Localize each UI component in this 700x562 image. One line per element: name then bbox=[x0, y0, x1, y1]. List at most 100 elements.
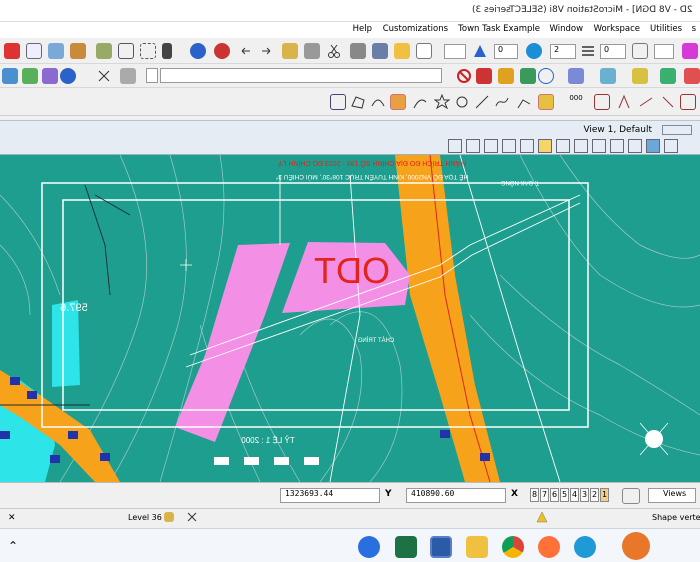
undo-icon[interactable] bbox=[238, 43, 254, 59]
pointer-icon[interactable] bbox=[162, 43, 172, 59]
view-button-5[interactable]: 5 bbox=[560, 488, 569, 502]
fence-mode-icon[interactable] bbox=[140, 43, 156, 59]
menu-s[interactable]: s bbox=[692, 24, 696, 34]
x-icon[interactable] bbox=[186, 511, 198, 523]
y-field[interactable]: 1323693.44 bbox=[280, 488, 380, 503]
render-mode-icon[interactable] bbox=[646, 139, 660, 153]
raster-icon[interactable] bbox=[498, 68, 514, 84]
display-icon[interactable] bbox=[600, 68, 616, 84]
copy-icon[interactable] bbox=[304, 43, 320, 59]
arc-icon[interactable] bbox=[370, 94, 386, 110]
redo-icon[interactable] bbox=[258, 43, 274, 59]
edge-icon[interactable] bbox=[574, 536, 596, 558]
curve-icon[interactable] bbox=[412, 94, 428, 110]
drawing-canvas[interactable]: MẢNH TRÍCH ĐO ĐỊA CHÍNH SỐ 139 - 2023 ĐO… bbox=[0, 155, 700, 482]
smartline-icon[interactable] bbox=[538, 94, 554, 110]
lock-status-icon[interactable] bbox=[164, 512, 174, 522]
excel-icon[interactable] bbox=[395, 536, 417, 558]
cell-icon[interactable] bbox=[660, 94, 676, 110]
star-icon[interactable] bbox=[433, 93, 451, 110]
window-area-icon[interactable] bbox=[484, 139, 498, 153]
open-icon[interactable] bbox=[394, 43, 410, 59]
models-icon[interactable] bbox=[520, 68, 536, 84]
new-icon[interactable] bbox=[416, 43, 432, 59]
view-display-icon[interactable] bbox=[466, 139, 480, 153]
window-controls[interactable] bbox=[662, 125, 692, 135]
save-icon[interactable] bbox=[372, 43, 388, 59]
lock-icon[interactable] bbox=[282, 43, 298, 59]
line-string-icon[interactable] bbox=[516, 94, 532, 110]
style-combo[interactable]: 0 bbox=[600, 44, 626, 59]
accudraw-icon[interactable] bbox=[22, 68, 38, 84]
measure-icon[interactable] bbox=[48, 43, 64, 59]
menu-help[interactable]: Help bbox=[353, 24, 372, 34]
view-button-8[interactable]: 8 bbox=[530, 488, 539, 502]
zoom-out-icon[interactable] bbox=[556, 139, 570, 153]
dropdown-arrow[interactable] bbox=[146, 68, 158, 83]
level-combo[interactable]: 0 bbox=[494, 44, 518, 59]
update-view-icon[interactable] bbox=[592, 139, 606, 153]
info-icon[interactable] bbox=[538, 68, 554, 84]
spline-icon[interactable] bbox=[494, 94, 510, 110]
view-menu-icon[interactable] bbox=[664, 139, 678, 153]
menu-window[interactable]: Window bbox=[550, 24, 584, 34]
level-icon[interactable] bbox=[96, 43, 112, 59]
rotate-view-icon[interactable] bbox=[520, 139, 534, 153]
firefox-icon[interactable] bbox=[538, 536, 560, 558]
shapes-icon[interactable] bbox=[660, 68, 676, 84]
pan-view-icon[interactable] bbox=[538, 139, 552, 153]
print-icon[interactable] bbox=[350, 43, 366, 59]
view-button-3[interactable]: 3 bbox=[580, 488, 589, 502]
microstation-icon[interactable] bbox=[430, 536, 452, 558]
triangle-icon[interactable] bbox=[472, 43, 488, 59]
fit-view-icon[interactable] bbox=[502, 139, 516, 153]
menu-town-task[interactable]: Town Task Example bbox=[458, 24, 540, 34]
color-icon[interactable] bbox=[682, 43, 698, 59]
select-icon[interactable] bbox=[26, 43, 42, 59]
x-field[interactable]: 410890.60 bbox=[406, 488, 506, 503]
pattern-icon[interactable] bbox=[680, 94, 696, 110]
lines-icon[interactable] bbox=[580, 43, 596, 59]
line-icon[interactable] bbox=[474, 94, 490, 110]
explorer-icon[interactable] bbox=[466, 536, 488, 558]
view-groups-icon[interactable] bbox=[622, 488, 640, 504]
element-icon[interactable] bbox=[632, 43, 648, 59]
text-icon[interactable] bbox=[616, 94, 632, 110]
close-icon[interactable]: ✕ bbox=[8, 513, 16, 523]
key-in-field[interactable] bbox=[160, 68, 442, 83]
rotate-icon[interactable] bbox=[42, 68, 58, 84]
delete-icon[interactable] bbox=[4, 43, 20, 59]
note-icon[interactable] bbox=[638, 94, 654, 110]
menu-customizations[interactable]: Customizations bbox=[382, 24, 447, 34]
tasks-icon[interactable] bbox=[526, 43, 542, 59]
render-icon[interactable] bbox=[214, 43, 230, 59]
cut-icon[interactable] bbox=[326, 43, 342, 59]
globe-icon[interactable] bbox=[190, 43, 206, 59]
polygon-icon[interactable] bbox=[350, 94, 366, 110]
circle-icon[interactable] bbox=[454, 94, 470, 110]
up-chevron-icon[interactable]: ⌃ bbox=[8, 539, 18, 553]
zoom-in-icon[interactable] bbox=[574, 139, 588, 153]
table-icon[interactable] bbox=[594, 94, 610, 110]
tool-settings-icon[interactable] bbox=[120, 68, 136, 84]
no-icon[interactable] bbox=[456, 68, 472, 84]
view-button-7[interactable]: 7 bbox=[540, 488, 549, 502]
class-combo[interactable] bbox=[654, 44, 674, 59]
snap-icon[interactable] bbox=[2, 68, 18, 84]
weight-combo[interactable]: 2 bbox=[550, 44, 576, 59]
view-button-1[interactable]: 1 bbox=[600, 488, 609, 502]
color-combo[interactable] bbox=[444, 44, 466, 59]
tool-icon[interactable] bbox=[96, 68, 112, 84]
view-button-6[interactable]: 6 bbox=[550, 488, 559, 502]
web-icon[interactable] bbox=[60, 68, 76, 84]
view-previous-icon[interactable] bbox=[610, 139, 624, 153]
grid-icon[interactable] bbox=[390, 94, 406, 110]
game-icon[interactable] bbox=[622, 532, 650, 560]
menu-workspace[interactable]: Workspace bbox=[593, 24, 639, 34]
view-button-4[interactable]: 4 bbox=[570, 488, 579, 502]
fence-icon[interactable] bbox=[118, 43, 134, 59]
view-attr-icon[interactable] bbox=[568, 68, 584, 84]
attributes-icon[interactable] bbox=[70, 43, 86, 59]
zalo-icon[interactable] bbox=[358, 536, 380, 558]
reference-icon[interactable] bbox=[476, 68, 492, 84]
